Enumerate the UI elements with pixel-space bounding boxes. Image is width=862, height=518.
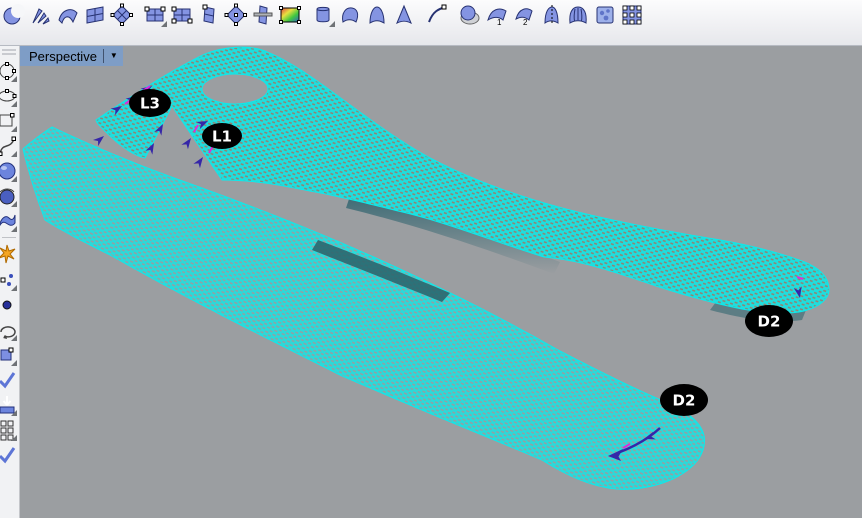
annotation-label-d2-3[interactable]: D2: [660, 384, 708, 416]
annotation-label-text: L3: [140, 95, 160, 113]
annotation-label-l1-1[interactable]: L1: [202, 123, 242, 149]
sphere-icon[interactable]: [0, 158, 18, 183]
viewport-canvas[interactable]: L3 L1 D2 D2: [20, 46, 862, 518]
extrude-along-curve-icon[interactable]: [337, 2, 363, 28]
chevron-down-icon[interactable]: ▼: [110, 52, 118, 60]
point-icon[interactable]: [0, 267, 18, 292]
point-spray-icon[interactable]: [28, 2, 54, 28]
freeform-surface-icon[interactable]: [0, 208, 18, 233]
viewport-tab-separator: [103, 49, 104, 63]
curve-network-surface-icon[interactable]: [55, 2, 81, 28]
heightfield-from-image-icon[interactable]: [277, 2, 303, 28]
surface-toolbar: 12: [0, 0, 862, 46]
toolbar-grip[interactable]: [2, 49, 16, 55]
loft-icon[interactable]: [1, 2, 27, 28]
annotation-label-d2-2[interactable]: D2: [745, 305, 793, 337]
extrude-tapered-icon[interactable]: [364, 2, 390, 28]
main-sidebar-toolbar: [0, 46, 20, 518]
revolve-icon[interactable]: [457, 2, 483, 28]
curve-icon[interactable]: [0, 133, 18, 158]
annotation-label-l3-0[interactable]: L3: [129, 89, 171, 117]
extrude-straight-icon[interactable]: [310, 2, 336, 28]
ellipse-icon[interactable]: [0, 83, 18, 108]
sweep-1-rail-icon[interactable]: 1: [484, 2, 510, 28]
corner-points-surface-icon[interactable]: [109, 2, 135, 28]
surface-from-grid-icon[interactable]: [619, 2, 645, 28]
plane-through-points-icon[interactable]: [223, 2, 249, 28]
cut-plane-icon[interactable]: [250, 2, 276, 28]
circle-icon[interactable]: [0, 58, 18, 83]
patch-icon[interactable]: [592, 2, 618, 28]
svg-text:1: 1: [497, 18, 502, 27]
toolbar-icon-row: 12: [1, 2, 646, 28]
confirm-icon[interactable]: [0, 442, 18, 467]
group-icon[interactable]: [0, 417, 18, 442]
viewport-tab-perspective[interactable]: Perspective ▼: [20, 46, 123, 66]
rotate-icon[interactable]: [0, 317, 18, 342]
explode-icon[interactable]: [0, 242, 18, 267]
extrude-to-point-icon[interactable]: [391, 2, 417, 28]
sweep-2-rails-icon[interactable]: 2: [511, 2, 537, 28]
svg-text:2: 2: [523, 18, 528, 27]
paste-icon[interactable]: [0, 392, 18, 417]
annotation-label-text: L1: [212, 128, 232, 146]
annotation-label-text: D2: [673, 392, 696, 410]
rail-revolve-icon[interactable]: [538, 2, 564, 28]
ribbon-icon[interactable]: [424, 2, 450, 28]
annotation-label-text: D2: [758, 313, 781, 331]
sidebar-divider: [2, 237, 16, 238]
perspective-viewport[interactable]: Perspective ▼: [20, 46, 862, 518]
vertical-plane-icon[interactable]: [196, 2, 222, 28]
apply-icon[interactable]: [0, 367, 18, 392]
viewport-title: Perspective: [29, 49, 97, 64]
point-cloud-icon[interactable]: [0, 292, 18, 317]
control-points-icon[interactable]: [0, 342, 18, 367]
drape-icon[interactable]: [565, 2, 591, 28]
solid-icon[interactable]: [0, 183, 18, 208]
plane-3-points-icon[interactable]: [169, 2, 195, 28]
edge-curves-surface-icon[interactable]: [82, 2, 108, 28]
rectangle-icon[interactable]: [0, 108, 18, 133]
rectangular-plane-icon[interactable]: [142, 2, 168, 28]
